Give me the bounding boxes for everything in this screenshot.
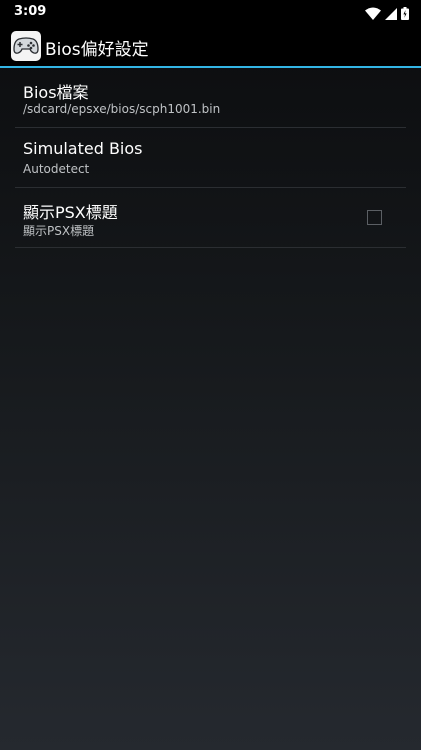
pref-title: 顯示PSX標題: [23, 203, 118, 222]
battery-icon: [401, 5, 409, 24]
pref-title: Simulated Bios: [23, 139, 143, 158]
pref-title: Bios檔案: [23, 83, 89, 102]
preference-list: Bios檔案 /sdcard/epsxe/bios/scph1001.bin S…: [15, 68, 406, 248]
pref-simulated-bios[interactable]: Simulated Bios Autodetect: [15, 128, 406, 188]
pref-summary: Autodetect: [23, 162, 90, 176]
show-psx-title-checkbox[interactable]: [367, 210, 382, 225]
pref-show-psx-title[interactable]: 顯示PSX標題 顯示PSX標題: [15, 188, 406, 248]
status-time: 3:09: [14, 4, 47, 19]
status-bar: 3:09: [0, 0, 421, 24]
gamepad-icon[interactable]: [11, 31, 41, 61]
page-title: Bios偏好設定: [45, 40, 149, 60]
cell-signal-icon: [385, 5, 397, 24]
pref-summary: 顯示PSX標題: [23, 224, 95, 238]
pref-bios-file[interactable]: Bios檔案 /sdcard/epsxe/bios/scph1001.bin: [15, 68, 406, 128]
pref-summary: /sdcard/epsxe/bios/scph1001.bin: [23, 102, 221, 116]
status-icons: [365, 5, 409, 24]
wifi-icon: [365, 5, 381, 24]
